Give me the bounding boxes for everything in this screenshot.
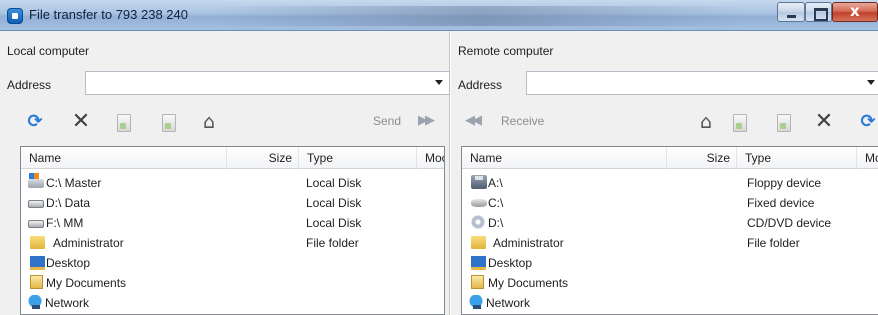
desktop-icon bbox=[471, 256, 486, 270]
network-icon bbox=[28, 295, 44, 309]
drive-icon bbox=[28, 220, 44, 228]
window-title: File transfer to 793 238 240 bbox=[29, 7, 188, 22]
list-item[interactable]: C:\ Fixed device bbox=[462, 193, 878, 213]
column-name[interactable]: Name bbox=[462, 147, 667, 169]
item-type: File folder bbox=[747, 236, 800, 250]
local-address-label: Address bbox=[7, 78, 52, 92]
column-type[interactable]: Type bbox=[737, 147, 857, 169]
list-item[interactable]: Network bbox=[462, 293, 878, 313]
list-item[interactable]: C:\ Master Local Disk bbox=[21, 173, 444, 193]
item-name: Network bbox=[486, 296, 531, 310]
item-name: Desktop bbox=[46, 256, 91, 270]
file-transfer-client: Local computer Address ⟳ ✕ ⌂ Send ▶▶ Nam… bbox=[0, 31, 878, 315]
list-item[interactable]: My Documents bbox=[21, 273, 444, 293]
column-modified[interactable]: Moc bbox=[417, 147, 444, 169]
floppy-icon bbox=[471, 175, 487, 189]
documents-icon bbox=[471, 275, 484, 289]
remote-pane: Remote computer Address ◀◀ Receive ⌂ ✕ ⟳… bbox=[450, 31, 878, 315]
item-name: Administrator bbox=[53, 236, 124, 250]
new-folder-icon[interactable] bbox=[117, 114, 131, 132]
item-name: Desktop bbox=[488, 256, 533, 270]
list-item[interactable]: Administrator File folder bbox=[21, 233, 444, 253]
item-type: Fixed device bbox=[747, 196, 815, 210]
item-name: Administrator bbox=[493, 236, 564, 250]
remote-pane-title: Remote computer bbox=[458, 44, 554, 58]
remote-toolbar: ◀◀ Receive ⌂ ✕ ⟳ bbox=[451, 111, 878, 139]
list-item[interactable]: D:\ Data Local Disk bbox=[21, 193, 444, 213]
teamviewer-icon bbox=[7, 8, 23, 24]
item-type: Floppy device bbox=[747, 176, 822, 190]
home-icon[interactable]: ⌂ bbox=[695, 111, 717, 133]
delete-icon[interactable]: ✕ bbox=[813, 111, 835, 133]
item-name: D:\ Data bbox=[46, 196, 91, 210]
receive-button[interactable]: Receive bbox=[501, 114, 544, 128]
fixed-drive-icon bbox=[471, 199, 487, 207]
chevron-down-icon[interactable] bbox=[435, 80, 443, 85]
home-icon[interactable]: ⌂ bbox=[198, 111, 220, 133]
item-type: Local Disk bbox=[306, 216, 362, 230]
local-address-field[interactable] bbox=[85, 71, 450, 95]
cd-drive-icon bbox=[471, 215, 487, 229]
delete-icon[interactable]: ✕ bbox=[70, 111, 92, 133]
folder-icon bbox=[471, 236, 486, 249]
remote-file-list[interactable]: Name Size Type Mc A:\ Floppy device C:\ … bbox=[461, 146, 878, 315]
item-name: My Documents bbox=[488, 276, 569, 290]
column-size[interactable]: Size bbox=[227, 147, 299, 169]
drive-icon bbox=[28, 200, 44, 208]
list-item[interactable]: My Documents bbox=[462, 273, 878, 293]
item-type: File folder bbox=[306, 236, 359, 250]
item-name: A:\ bbox=[488, 176, 503, 190]
minimize-button[interactable] bbox=[777, 2, 805, 22]
title-bar-background bbox=[210, 6, 750, 26]
list-item[interactable]: Administrator File folder bbox=[462, 233, 878, 253]
receive-arrow-icon[interactable]: ◀◀ bbox=[465, 113, 482, 128]
item-name: Network bbox=[45, 296, 90, 310]
refresh-icon[interactable]: ⟳ bbox=[24, 111, 46, 133]
local-pane-title: Local computer bbox=[7, 44, 90, 58]
new-folder-icon[interactable] bbox=[733, 114, 747, 132]
local-pane: Local computer Address ⟳ ✕ ⌂ Send ▶▶ Nam… bbox=[0, 31, 450, 315]
list-item[interactable]: Network bbox=[21, 293, 444, 313]
column-type[interactable]: Type bbox=[299, 147, 417, 169]
remote-address-field[interactable] bbox=[526, 71, 878, 95]
desktop-icon bbox=[30, 256, 45, 270]
refresh-icon[interactable]: ⟳ bbox=[857, 111, 878, 133]
local-file-list[interactable]: Name Size Type Moc C:\ Master Local Disk… bbox=[20, 146, 445, 315]
column-name[interactable]: Name bbox=[21, 147, 227, 169]
column-size[interactable]: Size bbox=[667, 147, 737, 169]
local-list-header: Name Size Type Moc bbox=[21, 147, 444, 169]
local-toolbar: ⟳ ✕ ⌂ Send ▶▶ bbox=[0, 111, 450, 139]
close-button[interactable] bbox=[832, 2, 878, 22]
list-item[interactable]: Desktop bbox=[21, 253, 444, 273]
item-type: Local Disk bbox=[306, 196, 362, 210]
list-item[interactable]: D:\ CD/DVD device bbox=[462, 213, 878, 233]
title-bar[interactable]: File transfer to 793 238 240 bbox=[0, 0, 878, 31]
item-type: CD/DVD device bbox=[747, 216, 832, 230]
send-arrow-icon[interactable]: ▶▶ bbox=[418, 113, 435, 128]
chevron-down-icon[interactable] bbox=[867, 80, 875, 85]
documents-icon bbox=[30, 275, 43, 289]
remote-address-label: Address bbox=[458, 78, 503, 92]
rename-icon[interactable] bbox=[162, 114, 176, 132]
list-item[interactable]: A:\ Floppy device bbox=[462, 173, 878, 193]
send-button[interactable]: Send bbox=[373, 114, 401, 128]
drive-c-icon bbox=[28, 173, 44, 188]
item-name: My Documents bbox=[46, 276, 127, 290]
rename-icon[interactable] bbox=[777, 114, 791, 132]
remote-list-header: Name Size Type Mc bbox=[462, 147, 878, 169]
item-type: Local Disk bbox=[306, 176, 362, 190]
folder-icon bbox=[30, 236, 45, 249]
item-name: C:\ Master bbox=[46, 176, 102, 190]
item-name: D:\ bbox=[488, 216, 504, 230]
item-name: F:\ MM bbox=[46, 216, 84, 230]
list-item[interactable]: F:\ MM Local Disk bbox=[21, 213, 444, 233]
list-item[interactable]: Desktop bbox=[462, 253, 878, 273]
maximize-button[interactable] bbox=[805, 2, 832, 22]
network-icon bbox=[469, 295, 485, 309]
column-modified[interactable]: Mc bbox=[857, 147, 878, 169]
item-name: C:\ bbox=[488, 196, 504, 210]
